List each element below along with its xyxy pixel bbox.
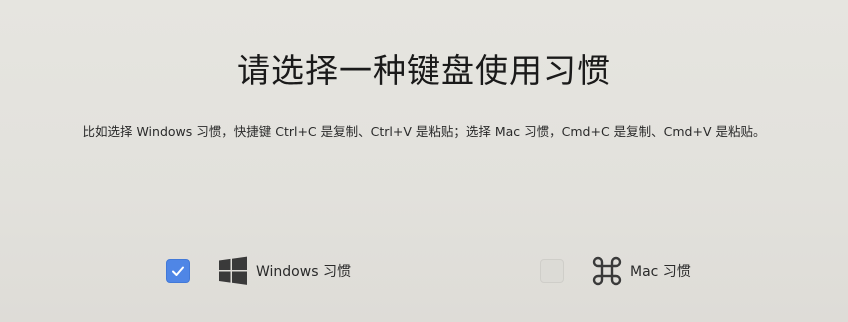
windows-option-label: Windows 习惯 <box>256 264 351 280</box>
keyboard-habit-page: 请选择一种键盘使用习惯 比如选择 Windows 习惯，快捷键 Ctrl+C 是… <box>0 0 848 322</box>
option-mac[interactable]: Mac 习惯 <box>540 253 691 289</box>
windows-checkbox[interactable] <box>166 259 190 283</box>
option-windows[interactable]: Windows 习惯 <box>166 253 351 289</box>
mac-option-label: Mac 习惯 <box>630 264 691 280</box>
checkmark-icon <box>172 266 184 276</box>
windows-logo-icon <box>217 255 249 287</box>
command-key-icon <box>591 255 623 287</box>
description-text: 比如选择 Windows 习惯，快捷键 Ctrl+C 是复制、Ctrl+V 是粘… <box>82 124 766 139</box>
page-title: 请选择一种键盘使用习惯 <box>237 51 611 90</box>
mac-checkbox[interactable] <box>540 259 564 283</box>
